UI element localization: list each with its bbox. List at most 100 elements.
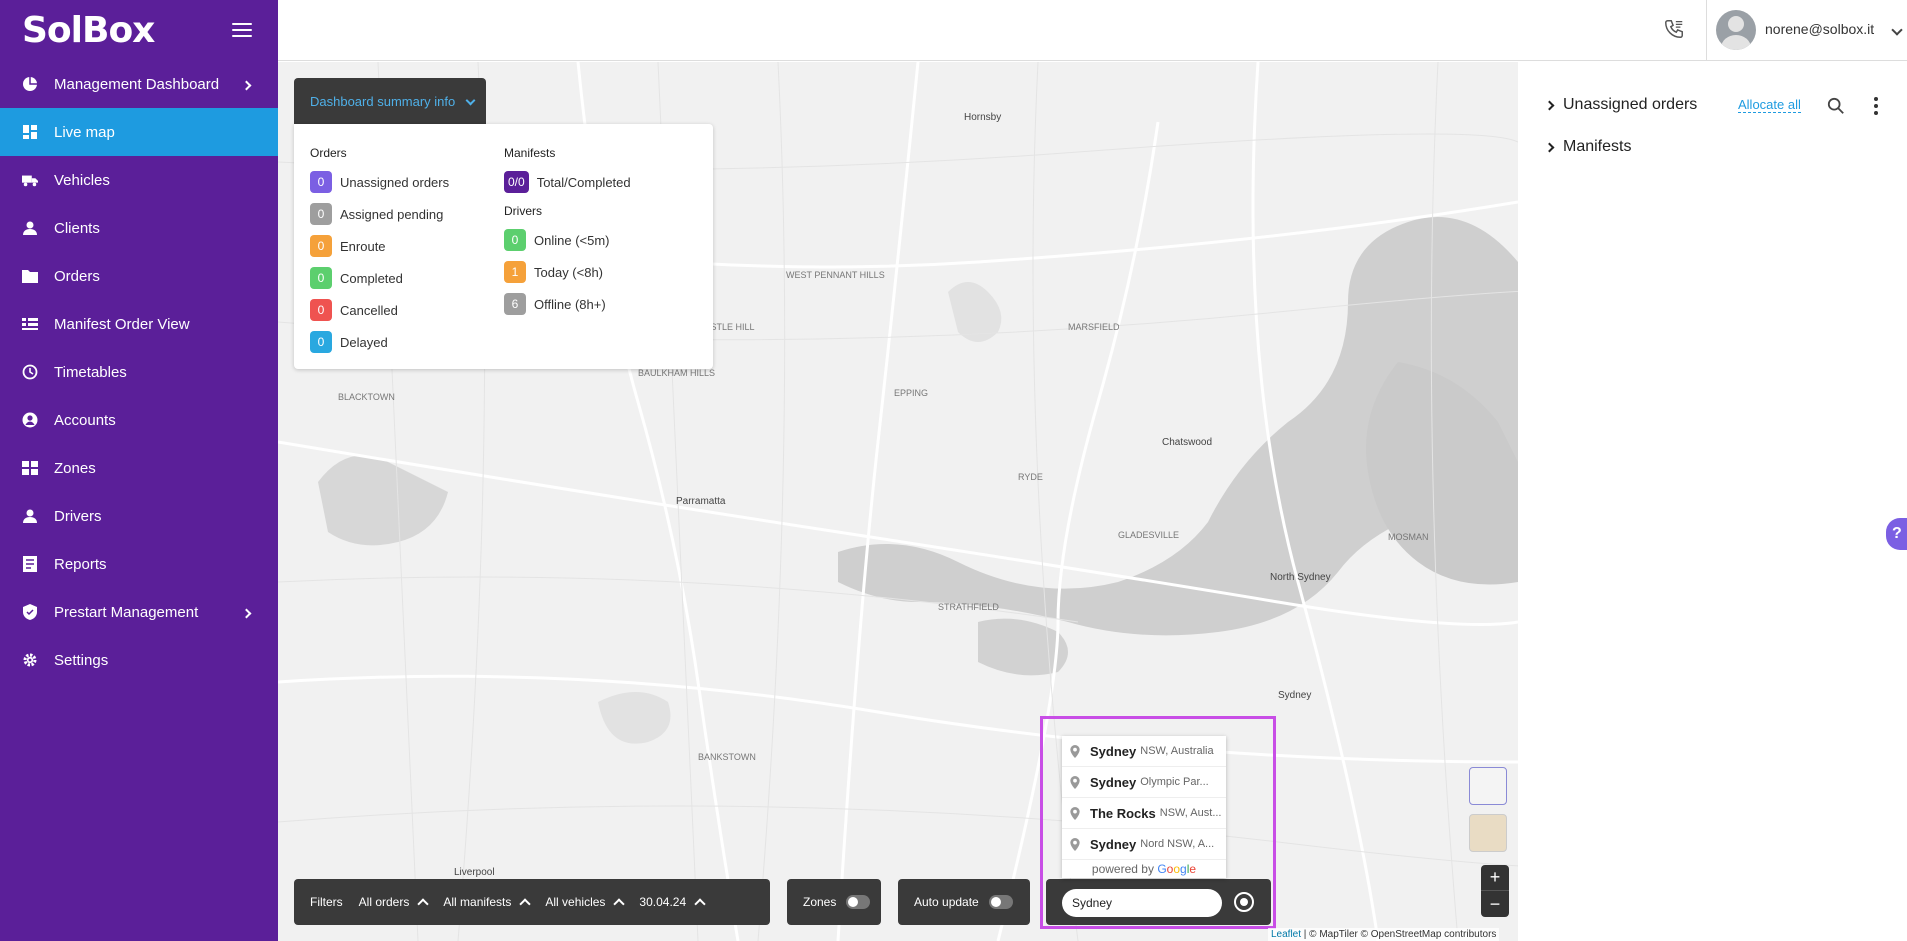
manifests-filter[interactable]: All manifests: [443, 895, 532, 910]
suggestion-secondary: NSW, Aust...: [1159, 807, 1222, 819]
count-badge: 0: [310, 203, 332, 225]
sidebar-item-label: Zones: [54, 459, 96, 477]
solbox-logo[interactable]: SolBox: [22, 9, 155, 51]
count-badge: 0: [504, 229, 526, 251]
summary-row: 0 Delayed: [310, 326, 449, 358]
dashboard-summary-panel: Orders 0 Unassigned orders 0 Assigned pendi…: [294, 124, 713, 369]
map-attribution: Leaflet | © MapTiler © OpenStreetMap con…: [1268, 928, 1500, 941]
zones-toggle[interactable]: [846, 895, 871, 909]
location-pin-icon: [1070, 744, 1080, 758]
sidebar-item-zones[interactable]: Zones: [0, 444, 278, 492]
sidebar-item-manifest-order-view[interactable]: Manifest Order View: [0, 300, 278, 348]
locate-me-icon[interactable]: [1234, 892, 1254, 912]
powered-by-label: powered by: [1091, 862, 1154, 876]
orders-filter[interactable]: All orders: [359, 895, 430, 910]
summary-row: 6 Offline (8h+): [504, 288, 631, 320]
sidebar-item-label: Clients: [54, 219, 100, 237]
chevron-up-icon: [694, 898, 706, 910]
sidebar: SolBox Management Dashboard Live map Vehic…: [0, 0, 278, 941]
map-label: RYDE: [1018, 472, 1043, 482]
location-pin-icon: [1070, 837, 1080, 851]
summary-toggle-label: Dashboard summary info: [310, 94, 456, 109]
sidebar-item-vehicles[interactable]: Vehicles: [0, 156, 278, 204]
folder-icon: [22, 268, 38, 284]
manifests-title: Manifests: [1563, 138, 1632, 155]
sidebar-item-accounts[interactable]: Accounts: [0, 396, 278, 444]
sidebar-item-reports[interactable]: Reports: [0, 540, 278, 588]
header-divider: [1706, 0, 1707, 61]
sidebar-item-label: Prestart Management: [54, 603, 199, 621]
allocate-all-link[interactable]: Allocate all: [1738, 97, 1801, 113]
map-label: BLACKTOWN: [338, 392, 395, 402]
auto-update-toggle[interactable]: [988, 895, 1013, 909]
shield-icon: [22, 604, 38, 620]
logo-text: SolBox: [22, 9, 155, 51]
suggestion-secondary: Olympic Par...: [1140, 776, 1209, 788]
hamburger-menu-icon[interactable]: [232, 23, 252, 37]
sidebar-item-orders[interactable]: Orders: [0, 252, 278, 300]
search-suggestion[interactable]: Sydney Olympic Par...: [1062, 767, 1226, 798]
report-icon: [22, 556, 38, 572]
search-suggestion[interactable]: Sydney Nord NSW, A...: [1062, 829, 1226, 860]
manifests-count-badge: 0/0: [504, 171, 529, 193]
search-suggestion[interactable]: Sydney NSW, Australia: [1062, 736, 1226, 767]
manifests-section[interactable]: Manifests: [1544, 138, 1632, 156]
sidebar-item-management-dashboard[interactable]: Management Dashboard: [0, 60, 278, 108]
orders-summary: Orders 0 Unassigned orders 0 Assigned pendi…: [310, 146, 449, 358]
suggestion-secondary: NSW, Australia: [1140, 745, 1214, 757]
search-suggestion[interactable]: The Rocks NSW, Aust...: [1062, 798, 1226, 829]
date-filter[interactable]: 30.04.24: [639, 895, 706, 910]
map-label: Parramatta: [676, 496, 726, 507]
zoom-out-button[interactable]: −: [1481, 891, 1509, 917]
auto-update-pill: Auto update: [898, 879, 1030, 925]
summary-label: Unassigned orders: [340, 174, 450, 190]
help-icon[interactable]: ?: [1886, 518, 1907, 550]
person-icon: [22, 508, 38, 524]
sidebar-item-settings[interactable]: Settings: [0, 636, 278, 684]
light-map-layer-button[interactable]: [1469, 767, 1507, 805]
sidebar-item-timetables[interactable]: Timetables: [0, 348, 278, 396]
map-label: Sydney: [1278, 690, 1312, 701]
filters-label: Filters: [310, 895, 343, 909]
map-label: Hornsby: [964, 112, 1002, 123]
dashboard-summary-toggle[interactable]: Dashboard summary info: [294, 78, 486, 124]
suggestion-main: Sydney: [1090, 774, 1137, 790]
location-search-input[interactable]: [1062, 889, 1222, 917]
sidebar-item-label: Management Dashboard: [54, 75, 220, 93]
dashboard-grid-icon: [22, 124, 38, 140]
search-icon[interactable]: [1827, 97, 1845, 115]
count-badge: 0: [310, 299, 332, 321]
sidebar-item-clients[interactable]: Clients: [0, 204, 278, 252]
map-label: BAULKHAM HILLS: [638, 368, 716, 378]
suggestion-main: Sydney: [1090, 743, 1137, 759]
zones-toggle-pill: Zones: [787, 879, 881, 925]
more-options-icon[interactable]: [1874, 97, 1880, 115]
unassigned-orders-section[interactable]: Unassigned orders: [1544, 96, 1697, 114]
summary-row: 0 Unassigned orders: [310, 166, 449, 198]
map-label: MOSMAN: [1388, 532, 1429, 542]
phone-list-icon[interactable]: [1663, 18, 1685, 40]
sidebar-item-drivers[interactable]: Drivers: [0, 492, 278, 540]
clock-icon: [22, 364, 38, 380]
count-badge: 0: [310, 235, 332, 257]
count-badge: 0: [310, 171, 332, 193]
map-label: BANKSTOWN: [698, 752, 756, 762]
leaflet-link[interactable]: Leaflet: [1271, 929, 1301, 940]
sidebar-item-live-map[interactable]: Live map: [0, 108, 278, 156]
map-label: North Sydney: [1270, 572, 1331, 583]
summary-label: Assigned pending: [340, 206, 444, 222]
color-map-layer-button[interactable]: [1469, 814, 1507, 852]
chevron-right-icon: [241, 604, 252, 620]
user-email[interactable]: norene@solbox.it: [1765, 21, 1874, 37]
user-avatar[interactable]: [1716, 10, 1756, 50]
zoom-in-button[interactable]: +: [1481, 865, 1509, 891]
suggestion-main: The Rocks: [1090, 805, 1156, 821]
map-label: MARSFIELD: [1068, 322, 1120, 332]
summary-label: Today (<8h): [534, 264, 604, 280]
date-filter-value: 30.04.24: [639, 895, 687, 909]
sidebar-item-prestart-management[interactable]: Prestart Management: [0, 588, 278, 636]
vehicles-filter[interactable]: All vehicles: [545, 895, 626, 910]
map-label: GLADESVILLE: [1118, 530, 1180, 540]
chevron-up-icon: [613, 898, 626, 910]
suggestion-secondary: Nord NSW, A...: [1140, 838, 1215, 850]
